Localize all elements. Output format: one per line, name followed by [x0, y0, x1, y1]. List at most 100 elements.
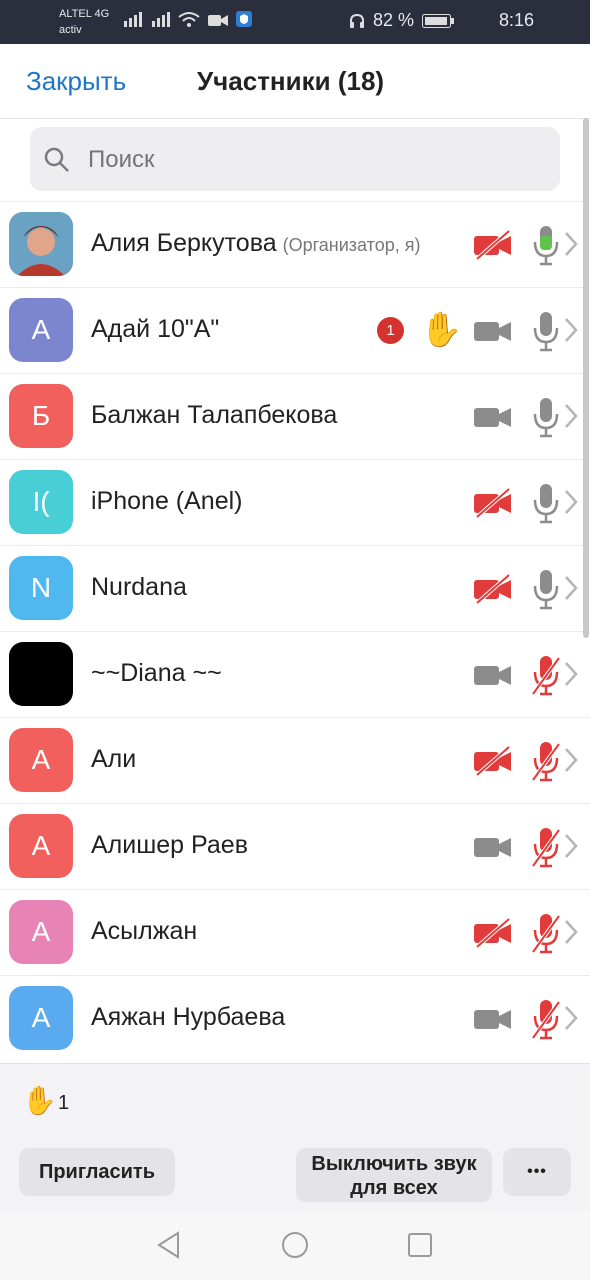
participant-row[interactable]: А Али: [0, 717, 590, 804]
participant-name-text: iPhone (Anel): [91, 487, 243, 515]
participant-name: Адай 10"А": [91, 315, 219, 344]
avatar: А: [9, 900, 73, 964]
battery-percent: 82 %: [372, 10, 414, 30]
participant-name-text: Балжан Талапбекова: [91, 401, 338, 429]
video-icon: [208, 15, 228, 26]
participant-name: ~~Diana ~~: [91, 659, 222, 688]
video-camera-off-icon[interactable]: [473, 746, 513, 776]
wifi-icon: [178, 12, 200, 27]
participant-row[interactable]: А Адай 10"А" 1 ✋: [0, 287, 590, 374]
avatar: [9, 642, 73, 706]
participant-row[interactable]: А Алишер Раев: [0, 803, 590, 890]
signal-icon: [124, 12, 142, 27]
chevron-right-icon[interactable]: [563, 316, 579, 344]
chat-badge: 1: [377, 317, 404, 344]
participant-row[interactable]: N Nurdana: [0, 545, 590, 632]
chevron-right-icon[interactable]: [563, 574, 579, 602]
carrier-name: ALTEL 4G: [59, 8, 110, 20]
battery-icon: [422, 13, 454, 28]
participant-name-text: Али: [91, 745, 137, 773]
recents-icon[interactable]: [407, 1232, 433, 1258]
chevron-right-icon[interactable]: [563, 746, 579, 774]
participant-name: Nurdana: [91, 573, 187, 602]
video-camera-off-icon[interactable]: [473, 574, 513, 604]
avatar: I(: [9, 470, 73, 534]
footer-toolbar: ✋ 1 Пригласить Выключить звук для всех •…: [0, 1063, 590, 1212]
search-box[interactable]: [30, 127, 560, 191]
raised-hands-count: 1: [58, 1092, 70, 1114]
participant-name: Балжан Талапбекова: [91, 401, 337, 430]
video-camera-off-icon[interactable]: [473, 918, 513, 948]
video-camera-off-icon[interactable]: [473, 488, 513, 518]
chevron-right-icon[interactable]: [563, 1004, 579, 1032]
microphone-muted-icon[interactable]: [532, 826, 560, 868]
video-camera-off-icon[interactable]: [473, 230, 513, 260]
avatar: А: [9, 814, 73, 878]
chevron-right-icon[interactable]: [563, 832, 579, 860]
signal-icon-2: [152, 12, 170, 27]
chevron-right-icon[interactable]: [563, 660, 579, 688]
carrier-sub: activ: [59, 24, 82, 36]
chevron-right-icon[interactable]: [563, 918, 579, 946]
microphone-icon[interactable]: [532, 224, 560, 266]
chevron-right-icon[interactable]: [563, 488, 579, 516]
microphone-muted-icon[interactable]: [532, 740, 560, 782]
participant-name-text: Nurdana: [91, 573, 187, 601]
participant-name-text: Алия Беркутова: [91, 229, 277, 257]
video-camera-icon[interactable]: [473, 1004, 513, 1034]
participant-role: (Организатор, я): [282, 235, 421, 255]
participant-name: Аяжан Нурбаева: [91, 1003, 285, 1032]
participant-name: iPhone (Anel): [91, 487, 242, 516]
avatar: А: [9, 728, 73, 792]
participant-name-text: Аяжан Нурбаева: [91, 1003, 286, 1031]
avatar: [9, 212, 73, 276]
clock: 8:16: [498, 10, 534, 30]
participant-name-text: Асылжан: [91, 917, 198, 945]
chevron-right-icon[interactable]: [563, 402, 579, 430]
microphone-icon[interactable]: [532, 310, 560, 352]
raised-hand-icon: ✋: [22, 1085, 57, 1116]
participant-name: Алия Беркутова (Организатор, я): [91, 229, 420, 258]
close-button[interactable]: Закрыть: [26, 66, 126, 97]
raised-hand-icon: ✋: [420, 311, 463, 349]
avatar: А: [9, 986, 73, 1050]
chevron-right-icon[interactable]: [563, 230, 579, 258]
microphone-icon[interactable]: [532, 396, 560, 438]
participant-row[interactable]: I( iPhone (Anel): [0, 459, 590, 546]
participant-row[interactable]: А Аяжан Нурбаева: [0, 975, 590, 1062]
more-button[interactable]: •••: [503, 1148, 571, 1196]
status-bar: ALTEL 4G activ 82 % 8:16: [0, 0, 590, 44]
participant-row[interactable]: А Асылжан: [0, 889, 590, 976]
microphone-muted-icon[interactable]: [532, 654, 560, 696]
shield-icon: [236, 11, 252, 27]
participant-name-text: ~~Diana ~~: [91, 659, 222, 687]
participant-name-text: Алишер Раев: [91, 831, 248, 859]
microphone-muted-icon[interactable]: [532, 998, 560, 1040]
participant-row[interactable]: Алия Беркутова (Организатор, я): [0, 201, 590, 288]
participant-row[interactable]: ~~Diana ~~: [0, 631, 590, 718]
search-icon: [44, 147, 69, 172]
search-input[interactable]: [86, 145, 530, 175]
participant-row[interactable]: Б Балжан Талапбекова: [0, 373, 590, 460]
system-nav-bar: [0, 1211, 590, 1280]
participant-name: Асылжан: [91, 917, 197, 946]
video-camera-icon[interactable]: [473, 832, 513, 862]
mute-all-button[interactable]: Выключить звук для всех: [296, 1148, 492, 1202]
video-camera-icon[interactable]: [473, 660, 513, 690]
video-camera-icon[interactable]: [473, 402, 513, 432]
home-icon[interactable]: [281, 1231, 309, 1259]
avatar: Б: [9, 384, 73, 448]
back-icon[interactable]: [156, 1231, 182, 1259]
avatar: А: [9, 298, 73, 362]
headphones-icon: [349, 13, 364, 28]
invite-button[interactable]: Пригласить: [19, 1148, 175, 1196]
microphone-icon[interactable]: [532, 568, 560, 610]
video-camera-icon[interactable]: [473, 316, 513, 346]
microphone-icon[interactable]: [532, 482, 560, 524]
participant-name-text: Адай 10"А": [91, 315, 220, 343]
participants-header: Закрыть Участники (18): [0, 44, 590, 119]
microphone-muted-icon[interactable]: [532, 912, 560, 954]
scrollbar[interactable]: [583, 118, 589, 638]
participant-name: Алишер Раев: [91, 831, 248, 860]
participant-name: Али: [91, 745, 136, 774]
